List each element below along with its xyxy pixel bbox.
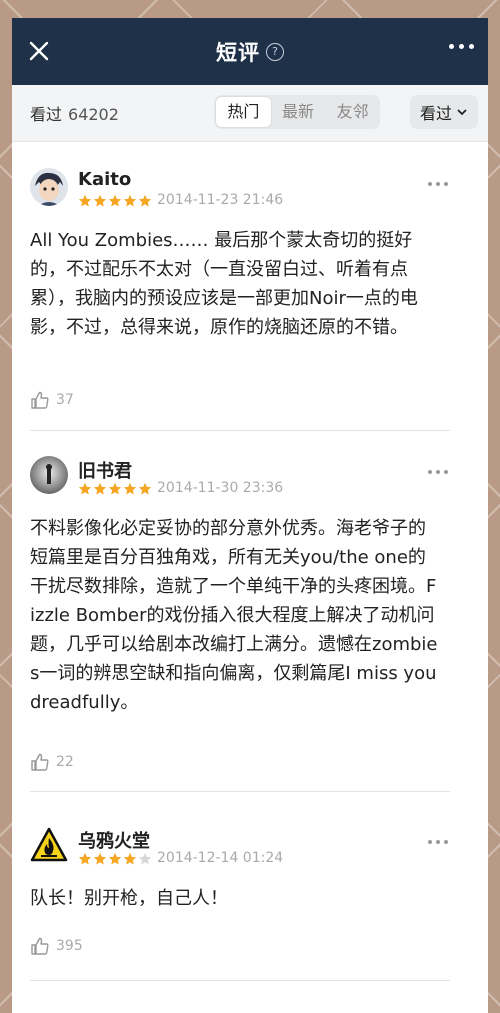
star-filled-icon [138, 194, 152, 207]
thumbs-up-icon [31, 937, 49, 955]
divider [30, 791, 450, 792]
divider [30, 430, 450, 431]
top-bar: 短评 ? [12, 18, 488, 85]
star-filled-icon [78, 482, 92, 495]
star-filled-icon [78, 852, 92, 865]
divider [30, 980, 450, 981]
like-count: 37 [56, 392, 74, 408]
review-date: 2014-12-14 01:24 [157, 850, 284, 866]
review-text: 不料影像化必定妥协的部分意外优秀。海老爷子的短篇里是百分百独角戏，所有无关you… [30, 518, 438, 713]
tab-latest[interactable]: 最新 [271, 97, 326, 127]
rating-stars [78, 194, 152, 208]
star-filled-icon [138, 482, 152, 495]
rating-stars [78, 852, 152, 866]
close-icon [29, 41, 49, 61]
app-window: 短评 ? 看过 64202 热门 最新 友邻 看过 Kaito 2014-11-… [12, 18, 488, 1013]
star-filled-icon [78, 194, 92, 207]
rating-stars [78, 482, 152, 496]
review-username[interactable]: Kaito [78, 169, 131, 190]
review-more-icon[interactable] [428, 840, 448, 844]
review-date: 2014-11-23 21:46 [157, 192, 284, 208]
review-date: 2014-11-30 23:36 [157, 480, 284, 496]
close-button[interactable] [24, 36, 54, 66]
seen-count-label: 看过 64202 [30, 105, 119, 124]
avatar[interactable] [30, 168, 68, 206]
thumbs-up-icon [31, 753, 49, 771]
star-filled-icon [93, 852, 107, 865]
star-filled-icon [108, 194, 122, 207]
like-button[interactable]: 395 [30, 936, 83, 956]
like-button[interactable]: 22 [30, 752, 74, 772]
tab-friends[interactable]: 友邻 [325, 97, 380, 127]
page-title: 短评 [216, 40, 260, 65]
star-filled-icon [123, 482, 137, 495]
thumbs-up-icon [31, 391, 49, 409]
review-username[interactable]: 旧书君 [78, 457, 132, 483]
seen-dropdown[interactable]: 看过 [409, 95, 478, 129]
review-text: 队长！别开枪，自己人！ [30, 888, 228, 909]
filter-bar: 看过 64202 热门 最新 友邻 看过 [12, 85, 488, 142]
review-username[interactable]: 乌鸦火堂 [78, 827, 150, 853]
review-more-icon[interactable] [428, 182, 448, 186]
like-button[interactable]: 37 [30, 390, 74, 410]
like-count: 22 [56, 754, 74, 770]
star-empty-icon [138, 852, 152, 865]
more-dots-icon[interactable] [449, 44, 474, 49]
avatar[interactable] [30, 456, 68, 494]
help-icon[interactable]: ? [266, 42, 284, 61]
seen-dropdown-label: 看过 [419, 104, 452, 123]
tab-hot[interactable]: 热门 [216, 97, 271, 127]
star-filled-icon [93, 194, 107, 207]
review-text: All You Zombies…… 最后那个蒙太奇切的挺好的，不过配乐不太对（一… [30, 230, 418, 338]
star-filled-icon [123, 852, 137, 865]
chevron-down-icon [457, 109, 467, 116]
star-filled-icon [108, 852, 122, 865]
star-filled-icon [123, 194, 137, 207]
sort-tabs: 热门 最新 友邻 [214, 95, 380, 129]
star-filled-icon [108, 482, 122, 495]
review-more-icon[interactable] [428, 470, 448, 474]
like-count: 395 [56, 938, 83, 954]
avatar[interactable] [30, 826, 68, 864]
star-filled-icon [93, 482, 107, 495]
